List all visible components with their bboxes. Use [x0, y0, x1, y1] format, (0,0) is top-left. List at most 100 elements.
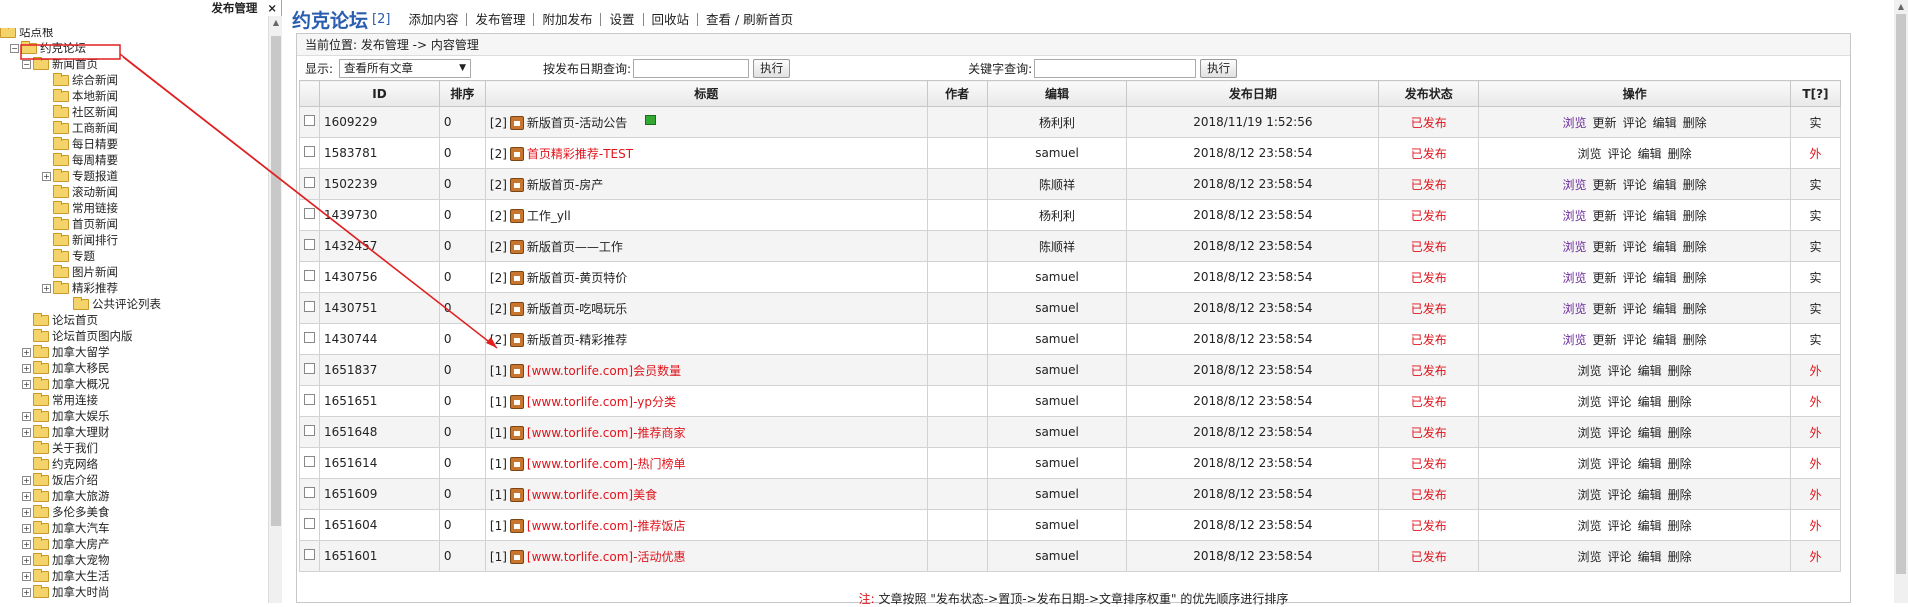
- tree-scrollbar[interactable]: ▲: [268, 16, 282, 603]
- delete-link[interactable]: 删除: [1668, 550, 1692, 564]
- header-date[interactable]: 发布日期: [1126, 80, 1380, 107]
- home-icon[interactable]: [509, 518, 524, 533]
- scroll-up-icon[interactable]: ▲: [1894, 0, 1908, 14]
- header-type[interactable]: T[?]: [1789, 80, 1842, 107]
- tree-node[interactable]: + 加拿大宠物: [22, 552, 110, 568]
- row-checkbox[interactable]: [303, 425, 315, 436]
- tree-node[interactable]: + 加拿大房产: [22, 536, 110, 552]
- tree-node[interactable]: 公共评论列表: [62, 296, 161, 312]
- comment-link[interactable]: 评论: [1623, 240, 1647, 254]
- expand-icon[interactable]: +: [22, 475, 31, 485]
- comment-link[interactable]: 评论: [1623, 116, 1647, 130]
- edit-link[interactable]: 编辑: [1653, 333, 1677, 347]
- header-status[interactable]: 发布状态: [1378, 80, 1480, 107]
- nav-extra-publish[interactable]: 附加发布: [534, 12, 602, 26]
- tree-node[interactable]: − 新闻首页: [22, 56, 98, 72]
- expand-icon[interactable]: +: [22, 523, 31, 533]
- delete-link[interactable]: 删除: [1668, 147, 1692, 161]
- row-title[interactable]: 工作_yll: [527, 209, 571, 223]
- row-checkbox[interactable]: [303, 301, 315, 312]
- home-icon[interactable]: [509, 239, 524, 254]
- tree-node[interactable]: + 加拿大理财: [22, 424, 110, 440]
- delete-link[interactable]: 删除: [1683, 209, 1707, 223]
- header-id[interactable]: ID: [318, 80, 440, 107]
- view-link[interactable]: 浏览: [1578, 364, 1602, 378]
- tree-node[interactable]: + 加拿大旅游: [22, 488, 110, 504]
- delete-link[interactable]: 删除: [1668, 457, 1692, 471]
- row-title[interactable]: 新版首页-黄页特价: [527, 271, 627, 285]
- expand-icon[interactable]: +: [22, 379, 31, 389]
- edit-link[interactable]: 编辑: [1653, 302, 1677, 316]
- expand-icon[interactable]: +: [22, 363, 31, 373]
- keyword-exec-button[interactable]: 执行: [1200, 58, 1238, 78]
- row-title[interactable]: 新版首页-房产: [527, 178, 603, 192]
- comment-link[interactable]: 评论: [1623, 178, 1647, 192]
- tree-node[interactable]: 新闻排行: [42, 232, 118, 248]
- home-icon[interactable]: [509, 549, 524, 564]
- expand-icon[interactable]: +: [22, 587, 31, 597]
- home-icon[interactable]: [509, 363, 524, 378]
- tree-node[interactable]: + 加拿大汽车: [22, 520, 110, 536]
- edit-link[interactable]: 编辑: [1653, 271, 1677, 285]
- delete-link[interactable]: 删除: [1668, 488, 1692, 502]
- home-icon[interactable]: [509, 487, 524, 502]
- delete-link[interactable]: 删除: [1683, 333, 1707, 347]
- home-icon[interactable]: [509, 115, 524, 130]
- row-checkbox[interactable]: [303, 208, 315, 219]
- edit-link[interactable]: 编辑: [1638, 147, 1662, 161]
- delete-link[interactable]: 删除: [1683, 116, 1707, 130]
- row-checkbox[interactable]: [303, 456, 315, 467]
- expand-icon[interactable]: +: [42, 171, 51, 181]
- edit-link[interactable]: 编辑: [1638, 519, 1662, 533]
- delete-link[interactable]: 删除: [1683, 240, 1707, 254]
- home-icon[interactable]: [509, 208, 524, 223]
- tree-node[interactable]: + 加拿大时尚: [22, 584, 110, 600]
- edit-link[interactable]: 编辑: [1638, 550, 1662, 564]
- comment-link[interactable]: 评论: [1623, 333, 1647, 347]
- tree-node[interactable]: + 多伦多美食: [22, 504, 110, 520]
- edit-link[interactable]: 编辑: [1638, 364, 1662, 378]
- row-title[interactable]: 新版首页-活动公告: [527, 116, 627, 130]
- tree-scroll-thumb[interactable]: [271, 36, 281, 526]
- tree-node[interactable]: 每周精要: [42, 152, 118, 168]
- delete-link[interactable]: 删除: [1668, 395, 1692, 409]
- home-icon[interactable]: [509, 332, 524, 347]
- main-scroll-thumb[interactable]: [1896, 14, 1906, 574]
- nav-add-content[interactable]: 添加内容: [400, 12, 468, 26]
- row-title[interactable]: [www.torlife.com]会员数量: [527, 364, 681, 378]
- expand-icon[interactable]: +: [22, 491, 31, 501]
- row-title[interactable]: [www.torlife.com]美食: [527, 488, 657, 502]
- collapse-icon[interactable]: −: [10, 43, 19, 53]
- home-icon[interactable]: [509, 394, 524, 409]
- comment-link[interactable]: 评论: [1623, 302, 1647, 316]
- comment-link[interactable]: 评论: [1608, 550, 1632, 564]
- tree-node[interactable]: + 加拿大概况: [22, 376, 110, 392]
- delete-link[interactable]: 删除: [1668, 426, 1692, 440]
- tree-node[interactable]: 工商新闻: [42, 120, 118, 136]
- row-checkbox[interactable]: [303, 332, 315, 343]
- row-title[interactable]: 首页精彩推荐-TEST: [527, 147, 633, 161]
- expand-icon[interactable]: +: [22, 411, 31, 421]
- update-link[interactable]: 更新: [1593, 209, 1617, 223]
- row-title[interactable]: [www.torlife.com]-热门榜单: [527, 457, 686, 471]
- nav-settings[interactable]: 设置: [601, 12, 644, 26]
- delete-link[interactable]: 删除: [1683, 271, 1707, 285]
- row-checkbox[interactable]: [303, 239, 315, 250]
- delete-link[interactable]: 删除: [1668, 519, 1692, 533]
- home-icon[interactable]: [509, 177, 524, 192]
- tree-node[interactable]: 常用连接: [22, 392, 98, 408]
- tree-node[interactable]: 约克网络: [22, 456, 98, 472]
- row-title[interactable]: [www.torlife.com]-活动优惠: [527, 550, 686, 564]
- view-link[interactable]: 浏览: [1578, 426, 1602, 440]
- tree-node[interactable]: 社区新闻: [42, 104, 118, 120]
- home-icon[interactable]: [509, 301, 524, 316]
- edit-link[interactable]: 编辑: [1653, 240, 1677, 254]
- edit-link[interactable]: 编辑: [1638, 395, 1662, 409]
- view-link[interactable]: 浏览: [1563, 178, 1587, 192]
- comment-link[interactable]: 评论: [1608, 364, 1632, 378]
- comment-link[interactable]: 评论: [1623, 209, 1647, 223]
- delete-link[interactable]: 删除: [1668, 364, 1692, 378]
- row-title[interactable]: [www.torlife.com]-推荐饭店: [527, 519, 686, 533]
- expand-icon[interactable]: +: [42, 283, 51, 293]
- update-link[interactable]: 更新: [1593, 333, 1617, 347]
